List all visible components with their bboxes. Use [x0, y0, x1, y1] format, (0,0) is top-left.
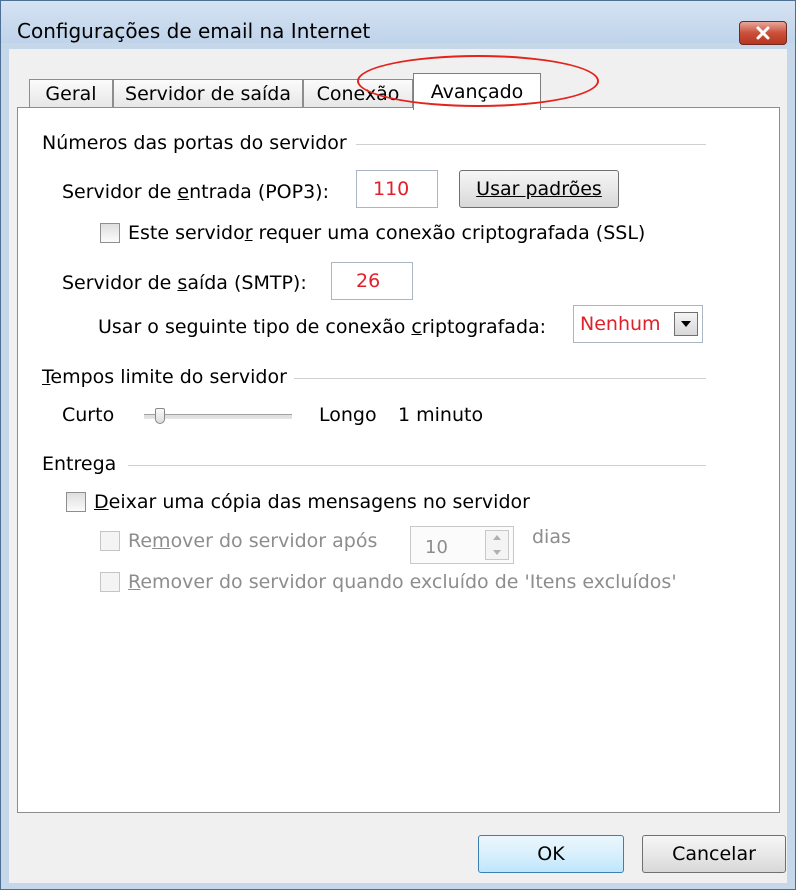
- dialog-window: Configurações de email na Internet Geral…: [0, 0, 796, 890]
- tab-servidor-de-saida[interactable]: Servidor de saída: [113, 79, 303, 109]
- timeout-value: 1 minuto: [398, 404, 484, 426]
- outgoing-port-input[interactable]: 26: [331, 262, 413, 300]
- timeout-long-label: Longo: [319, 404, 377, 426]
- close-button[interactable]: [739, 21, 787, 45]
- days-label: dias: [532, 526, 571, 548]
- tab-geral[interactable]: Geral: [29, 79, 113, 109]
- tab-avancado[interactable]: Avançado: [413, 73, 541, 110]
- slider-thumb[interactable]: [155, 408, 165, 424]
- encryption-type-select[interactable]: Nenhum: [573, 305, 703, 343]
- use-defaults-label: Usar padrões: [476, 178, 602, 200]
- use-defaults-button[interactable]: Usar padrões: [459, 170, 619, 208]
- ssl-label: Este servidor requer uma conexão criptog…: [128, 222, 646, 244]
- remove-after-checkbox[interactable]: [100, 531, 120, 551]
- remove-after-days-spinner[interactable]: 10: [410, 526, 514, 564]
- group-label-delivery: Entrega: [42, 453, 117, 475]
- encryption-type-label: Usar o seguinte tipo de conexão criptogr…: [98, 316, 547, 338]
- outgoing-server-label: Servidor de saída (SMTP):: [62, 272, 307, 294]
- close-icon: [756, 26, 770, 40]
- ok-label: OK: [537, 843, 565, 865]
- cancel-button[interactable]: Cancelar: [642, 835, 786, 873]
- spinner-buttons[interactable]: [485, 530, 509, 560]
- tab-conexao[interactable]: Conexão: [303, 79, 413, 109]
- remove-after-label: Remover do servidor após: [128, 530, 378, 552]
- ssl-checkbox[interactable]: [100, 223, 120, 243]
- title-bar[interactable]: Configurações de email na Internet: [1, 1, 795, 45]
- remove-deleted-label: Remover do servidor quando excluído de '…: [128, 571, 677, 593]
- window-title: Configurações de email na Internet: [17, 19, 371, 43]
- incoming-server-label: Servidor de entrada (POP3):: [62, 181, 329, 203]
- tab-label: Avançado: [430, 80, 524, 103]
- tab-label: Geral: [45, 83, 97, 105]
- remove-deleted-checkbox[interactable]: [100, 572, 120, 592]
- cancel-label: Cancelar: [672, 843, 756, 865]
- timeout-short-label: Curto: [62, 404, 115, 426]
- group-divider: [128, 465, 706, 466]
- tab-label: Conexão: [316, 83, 400, 105]
- tab-panel-avancado: Números das portas do servidor Servidor …: [17, 107, 780, 813]
- group-label-timeouts: Tempos limite do servidor: [42, 366, 287, 388]
- spin-up-icon[interactable]: [492, 534, 502, 541]
- leave-copy-checkbox[interactable]: [66, 492, 86, 512]
- ok-button[interactable]: OK: [478, 835, 624, 873]
- group-divider: [356, 144, 706, 145]
- incoming-port-input[interactable]: 110: [356, 170, 438, 208]
- slider-track: [144, 414, 292, 419]
- group-label-ports: Números das portas do servidor: [42, 132, 347, 154]
- spin-down-icon[interactable]: [492, 549, 502, 556]
- leave-copy-label: Deixar uma cópia das mensagens no servid…: [94, 491, 530, 513]
- tab-label: Servidor de saída: [125, 83, 291, 105]
- dropdown-button[interactable]: [674, 312, 698, 336]
- timeout-slider[interactable]: [144, 408, 292, 424]
- remove-after-days-value: 10: [425, 537, 448, 558]
- group-divider: [294, 378, 706, 379]
- chevron-down-icon: [681, 321, 691, 327]
- encryption-type-value: Nenhum: [580, 313, 661, 335]
